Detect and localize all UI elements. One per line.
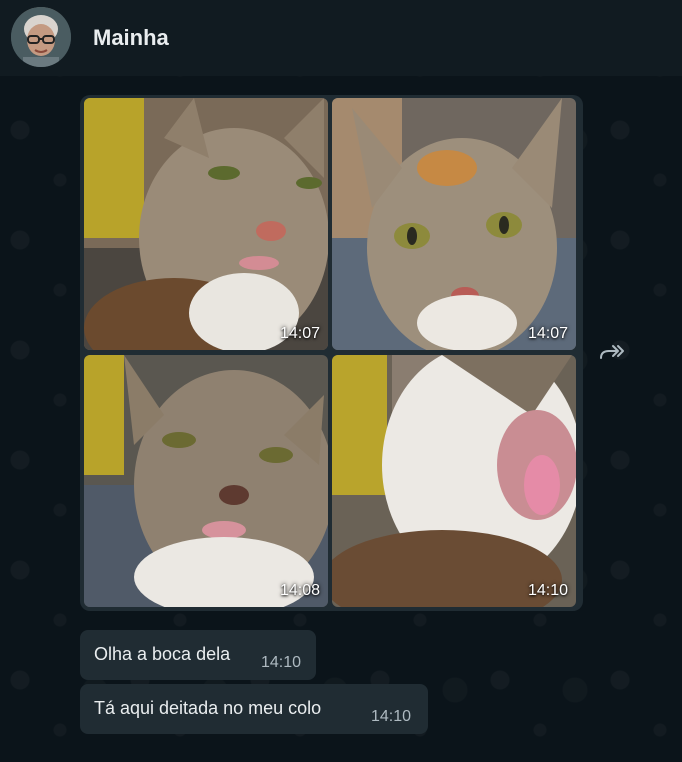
message-text: Olha a boca dela [94, 644, 231, 664]
message-timestamp: 14:10 [371, 708, 412, 725]
photo-timestamp: 14:10 [527, 582, 568, 599]
photo-3[interactable]: 14:08 [84, 355, 328, 607]
forward-icon [600, 345, 624, 359]
chat-header[interactable]: Mainha [0, 0, 682, 76]
cat-photo-image [84, 355, 328, 607]
photo-timestamp: 14:07 [527, 325, 568, 342]
cat-photo-image [332, 355, 576, 607]
photo-timestamp: 14:08 [279, 582, 320, 599]
photo-4[interactable]: 14:10 [332, 355, 576, 607]
message-bubble[interactable]: Tá aqui deitada no meu colo 14:10 [80, 684, 428, 734]
photo-1[interactable]: 14:07 [84, 98, 328, 350]
photo-2[interactable]: 14:07 [332, 98, 576, 350]
message-text: Tá aqui deitada no meu colo [94, 698, 322, 718]
cat-photo-image [332, 98, 576, 350]
forward-button[interactable] [596, 337, 626, 367]
contact-avatar[interactable] [11, 7, 71, 67]
cat-photo-image [84, 98, 328, 350]
message-timestamp: 14:10 [261, 654, 302, 671]
message-bubble[interactable]: Olha a boca dela 14:10 [80, 630, 316, 680]
photo-timestamp: 14:07 [279, 325, 320, 342]
contact-name[interactable]: Mainha [93, 25, 169, 51]
